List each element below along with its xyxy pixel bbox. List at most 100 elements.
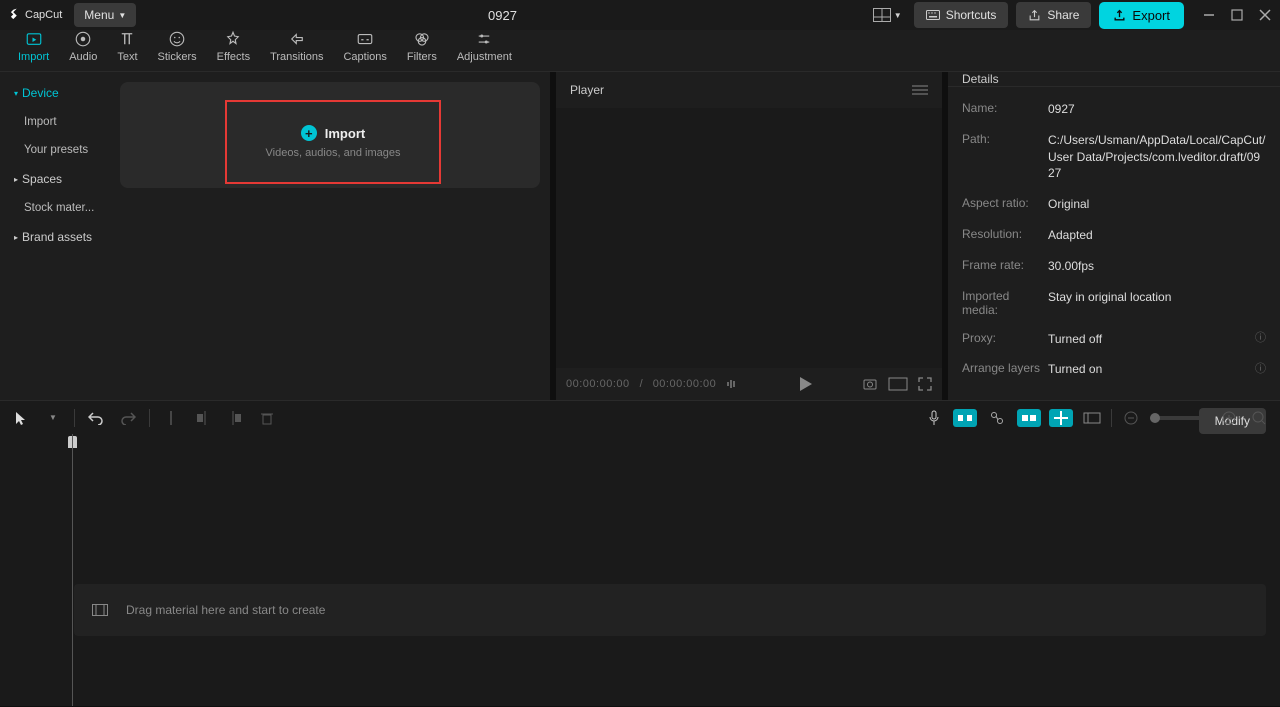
zoom-in[interactable] [1218,407,1240,429]
player-viewport[interactable] [556,108,942,368]
menu-button[interactable]: Menu ▼ [74,3,136,27]
maximize-button[interactable] [1230,8,1244,22]
timeline-dropzone[interactable]: Drag material here and start to create [74,584,1266,636]
sidebar-item-label: Import [24,116,57,128]
import-icon [25,30,43,48]
delete-left-tool[interactable] [192,407,214,429]
detail-fps-value: 30.00fps [1048,258,1266,275]
detail-media-label: Imported media: [962,289,1048,317]
sidebar-item-device[interactable]: ▾ Device [0,78,110,108]
info-icon[interactable]: ⓘ [1255,331,1266,346]
timeline[interactable]: Drag material here and start to create [0,434,1280,706]
playhead [72,434,73,706]
tab-stickers[interactable]: Stickers [148,26,207,71]
sidebar-item-import[interactable]: Import [0,108,110,136]
shortcuts-label: Shortcuts [946,8,997,22]
tab-label: Adjustment [457,51,512,63]
sidebar-item-presets[interactable]: Your presets [0,136,110,164]
detail-proxy-label: Proxy: [962,331,1048,348]
share-button[interactable]: Share [1016,2,1091,28]
info-icon[interactable]: ⓘ [1255,362,1266,377]
menu-icon[interactable] [912,84,928,96]
app-logo: CapCut [8,8,62,22]
tab-label: Filters [407,51,437,63]
player-title: Player [570,83,604,97]
play-button[interactable] [800,377,812,391]
redo-button[interactable] [117,407,139,429]
import-label: Import [325,126,365,141]
chevron-down-icon: ▼ [118,11,126,20]
detail-proxy-value: Turned off [1048,331,1102,348]
project-title: 0927 [136,8,869,23]
chevron-down-icon: ▼ [894,11,902,20]
chevron-down-icon: ▾ [14,89,18,98]
zoom-fit[interactable] [1248,407,1270,429]
cursor-dropdown[interactable]: ▼ [42,407,64,429]
cursor-tool[interactable] [10,407,32,429]
menu-label: Menu [84,8,114,22]
tab-transitions[interactable]: Transitions [260,26,333,71]
import-dropzone[interactable]: + Import Videos, audios, and images [225,100,441,184]
tab-import[interactable]: Import [8,26,59,71]
ratio-icon[interactable] [888,377,908,391]
detail-name-label: Name: [962,101,1048,118]
fullscreen-icon[interactable] [918,377,932,391]
detail-media-value: Stay in original location [1048,289,1266,317]
undo-button[interactable] [85,407,107,429]
chevron-right-icon: ▸ [14,175,18,184]
detail-aspect-label: Aspect ratio: [962,196,1048,213]
tab-label: Text [117,51,137,63]
stickers-icon [168,30,186,48]
sidebar-item-spaces[interactable]: ▸Spaces [0,164,110,194]
tab-label: Captions [343,51,386,63]
sidebar-item-stock[interactable]: Stock mater... [0,194,110,222]
track-toggle-1[interactable] [953,409,977,427]
export-button[interactable]: Export [1099,2,1184,29]
track-toggle-2[interactable] [985,409,1009,427]
tab-filters[interactable]: Filters [397,26,447,71]
volume-icon[interactable] [726,379,740,389]
export-label: Export [1132,8,1170,23]
time-sep: / [640,378,643,390]
share-icon [1028,9,1041,22]
transitions-icon [288,30,306,48]
mic-button[interactable] [923,407,945,429]
app-name: CapCut [25,9,62,21]
delete-right-tool[interactable] [224,407,246,429]
import-subtext: Videos, audios, and images [266,147,401,159]
detail-name-value: 0927 [1048,101,1266,118]
detail-aspect-value: Original [1048,196,1266,213]
adjustment-icon [475,30,493,48]
track-toggle-4[interactable] [1049,409,1073,427]
sidebar-item-label: Device [22,86,59,100]
layout-button[interactable]: ▼ [869,4,906,26]
zoom-out[interactable] [1120,407,1142,429]
share-label: Share [1047,8,1079,22]
zoom-slider[interactable] [1150,416,1210,420]
detail-res-value: Adapted [1048,227,1266,244]
import-sidebar: ▾ Device Import Your presets ▸Spaces Stoc… [0,72,110,400]
delete-tool[interactable] [256,407,278,429]
track-toggle-3[interactable] [1017,409,1041,427]
preview-toggle[interactable] [1081,407,1103,429]
layout-icon [873,8,891,22]
tab-audio[interactable]: Audio [59,26,107,71]
detail-res-label: Resolution: [962,227,1048,244]
snapshot-icon[interactable] [862,376,878,392]
tab-label: Effects [217,51,250,63]
sidebar-item-brand[interactable]: ▸Brand assets [0,222,110,252]
split-tool[interactable] [160,407,182,429]
tab-effects[interactable]: Effects [207,26,260,71]
tab-label: Stickers [158,51,197,63]
captions-icon [356,30,374,48]
tab-text[interactable]: Text [107,26,147,71]
shortcuts-button[interactable]: Shortcuts [914,2,1009,28]
time-current: 00:00:00:00 [566,378,630,390]
close-button[interactable] [1258,8,1272,22]
minimize-button[interactable] [1202,8,1216,22]
scissors-icon [8,8,22,22]
tab-label: Audio [69,51,97,63]
tab-adjustment[interactable]: Adjustment [447,26,522,71]
tab-captions[interactable]: Captions [333,26,396,71]
player-panel: Player 00:00:00:00 / 00:00:00:00 [556,72,942,400]
